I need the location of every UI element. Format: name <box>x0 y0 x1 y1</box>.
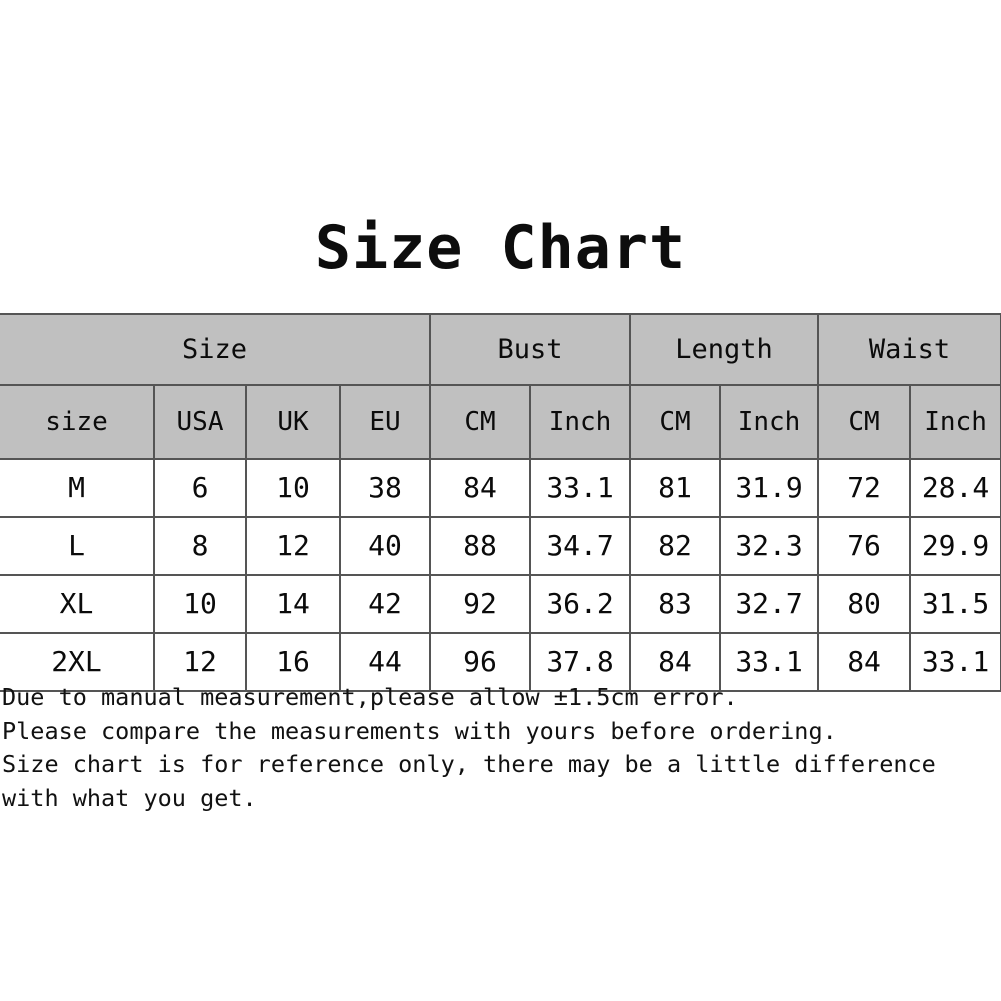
table-cell: 81 <box>629 458 722 518</box>
table-column-header-0: size <box>0 384 155 460</box>
note-line: Please compare the measurements with you… <box>2 716 837 745</box>
table-cell-size-label: XL <box>0 574 155 634</box>
table-cell: 31.5 <box>909 574 1001 634</box>
note-line: Size chart is for reference only, there … <box>2 750 936 812</box>
size-chart-table-body: Size Bust Length Waist size USA UK EU CM Inch CM I… <box>0 313 1001 692</box>
table-cell: 33.1 <box>529 458 632 518</box>
note-line: Due to manual measurement,please allow ±… <box>2 683 738 711</box>
table-cell: 31.9 <box>719 458 820 518</box>
table-cell: 8 <box>153 516 247 576</box>
table-sub-header-row: size USA UK EU CM Inch CM Inch CM Inch <box>0 384 1001 460</box>
table-column-header-4: CM <box>429 384 532 460</box>
table-cell: 34.7 <box>529 516 632 576</box>
table-cell: 42 <box>338 574 432 634</box>
table-cell: 28.4 <box>909 458 1001 518</box>
table-cell-size-label: M <box>0 458 155 518</box>
table-cell: 32.3 <box>719 516 820 576</box>
table-group-header-row: Size Bust Length Waist <box>0 313 1001 386</box>
table-column-header-5: Inch <box>529 384 632 460</box>
table-cell: 36.2 <box>529 574 632 634</box>
table-cell: 32.7 <box>719 574 820 634</box>
table-cell: 38 <box>338 458 432 518</box>
table-cell: 88 <box>429 516 532 576</box>
table-column-header-7: Inch <box>719 384 820 460</box>
table-cell: 92 <box>429 574 532 634</box>
table-column-header-3: EU <box>338 384 432 460</box>
size-chart-table: Size Bust Length Waist size USA UK EU CM Inch CM I… <box>0 313 1001 692</box>
table-cell: 80 <box>817 574 912 634</box>
size-chart-page: Size Chart Size Bust Length Waist size USA UK… <box>0 0 1001 1001</box>
table-cell: 29.9 <box>909 516 1001 576</box>
size-chart-notes: Due to manual measurement,please allow ±… <box>0 681 1001 815</box>
table-cell: 84 <box>429 458 532 518</box>
table-row: L 8 12 40 88 34.7 82 32.3 76 29.9 <box>0 516 1001 576</box>
table-column-header-8: CM <box>817 384 912 460</box>
page-title: Size Chart <box>314 213 687 283</box>
table-cell-size-label: L <box>0 516 155 576</box>
table-column-header-2: UK <box>245 384 341 460</box>
table-cell: 76 <box>817 516 912 576</box>
table-row: M 6 10 38 84 33.1 81 31.9 72 28.4 <box>0 458 1001 518</box>
table-cell: 12 <box>245 516 341 576</box>
table-group-header-bust: Bust <box>429 313 632 386</box>
table-cell: 72 <box>817 458 912 518</box>
table-cell: 6 <box>153 458 247 518</box>
table-column-header-1: USA <box>153 384 247 460</box>
table-column-header-6: CM <box>629 384 722 460</box>
table-row: XL 10 14 42 92 36.2 83 32.7 80 31.5 <box>0 574 1001 634</box>
table-cell: 14 <box>245 574 341 634</box>
table-cell: 83 <box>629 574 722 634</box>
table-column-header-9: Inch <box>909 384 1001 460</box>
table-group-header-waist: Waist <box>817 313 1001 386</box>
table-cell: 10 <box>153 574 247 634</box>
table-cell: 40 <box>338 516 432 576</box>
table-cell: 10 <box>245 458 341 518</box>
table-cell: 82 <box>629 516 722 576</box>
table-group-header-length: Length <box>629 313 820 386</box>
table-group-header-size: Size <box>0 313 432 386</box>
